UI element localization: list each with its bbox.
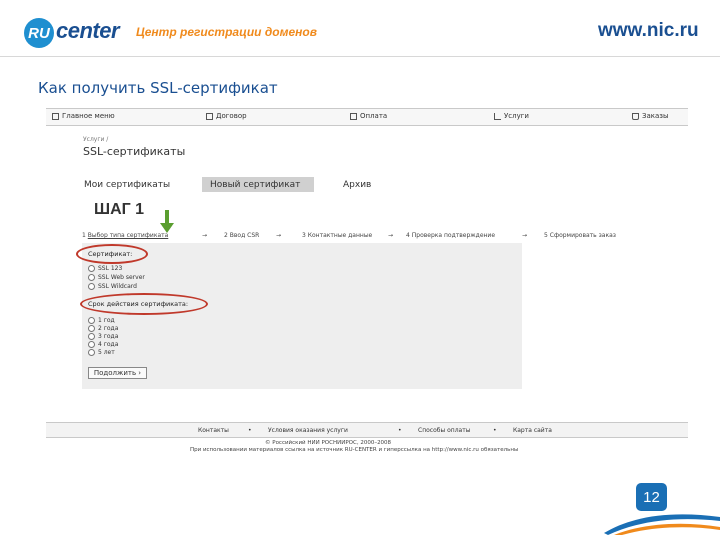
radio-term-2-years[interactable]: 2 года <box>88 325 118 332</box>
step-label: ШАГ 1 <box>94 201 145 218</box>
radio-label: SSL Web server <box>98 274 145 281</box>
certificate-type-label: Сертификат: <box>88 250 133 258</box>
footer-separator: • <box>493 427 497 434</box>
radio-label: 1 год <box>98 317 115 324</box>
wizard-step-3[interactable]: 3 Контактные данные <box>302 232 372 239</box>
radio-label: 4 года <box>98 341 119 348</box>
home-icon <box>52 112 59 120</box>
nav-item-orders[interactable]: Заказы <box>632 112 669 120</box>
radio-ssl-123[interactable]: SSL 123 <box>88 265 122 272</box>
logo-ru-text: RU <box>28 24 50 42</box>
nav-item-services[interactable]: Услуги <box>494 112 529 120</box>
certificate-term-label: Срок действия сертификата: <box>88 300 189 308</box>
page-title: SSL-сертификаты <box>83 145 186 158</box>
certificate-form <box>82 243 522 389</box>
copyright-text: © Российский НИИ РОСНИИРОС, 2000–2008 <box>265 440 392 446</box>
step-separator-arrow: → <box>388 232 394 239</box>
nav-item-label: Услуги <box>504 112 529 120</box>
step-number: 3 <box>302 232 306 239</box>
nav-item-main-menu[interactable]: Главное меню <box>52 112 115 120</box>
tab-my-certificates[interactable]: Мои сертификаты <box>84 177 170 192</box>
nav-item-contract[interactable]: Договор <box>206 112 247 120</box>
radio-label: 3 года <box>98 333 119 340</box>
step-number: 5 <box>544 232 548 239</box>
step-number: 2 <box>224 232 228 239</box>
radio-button[interactable] <box>88 317 95 324</box>
payment-icon <box>350 112 357 120</box>
radio-label: SSL 123 <box>98 265 123 272</box>
wizard-step-1[interactable]: 1 Выбор типа сертификата <box>82 232 168 239</box>
page-number: 12 <box>643 488 660 506</box>
radio-term-3-years[interactable]: 3 года <box>88 333 118 340</box>
services-icon <box>494 112 501 120</box>
nav-item-label: Договор <box>216 112 247 120</box>
radio-button[interactable] <box>88 341 95 348</box>
wizard-steps: 1 Выбор типа сертификата → 2 Ввод CSR → … <box>82 232 622 242</box>
radio-ssl-web-server[interactable]: SSL Web server <box>88 274 145 281</box>
document-icon <box>206 112 213 120</box>
wizard-step-2[interactable]: 2 Ввод CSR <box>224 232 259 239</box>
page-number-badge: 12 <box>636 483 667 511</box>
radio-term-1-year[interactable]: 1 год <box>88 317 115 324</box>
radio-ssl-wildcard[interactable]: SSL Wildcard <box>88 283 137 290</box>
radio-label: 2 года <box>98 325 119 332</box>
breadcrumb[interactable]: Услуги / <box>83 136 108 143</box>
tab-new-certificate[interactable]: Новый сертификат <box>202 177 314 192</box>
radio-label: 5 лет <box>98 349 115 356</box>
cart-icon <box>632 112 639 120</box>
step-label-text: Сформировать заказ <box>549 232 616 239</box>
header-tagline: Центр регистрации доменов <box>136 25 317 39</box>
footer-link-contacts[interactable]: Контакты <box>198 427 229 434</box>
wizard-step-4[interactable]: 4 Проверка подтверждение <box>406 232 495 239</box>
tab-archive[interactable]: Архив <box>343 177 371 192</box>
step-separator-arrow: → <box>202 232 208 239</box>
header-divider <box>0 56 720 57</box>
green-down-arrow-icon <box>160 210 174 233</box>
step-label-text: Проверка подтверждение <box>411 232 496 239</box>
step-label-text: Ввод CSR <box>229 232 260 239</box>
step-label-text: Контактные данные <box>307 232 373 239</box>
footer-note: При использовании материалов ссылка на и… <box>190 447 519 453</box>
nav-item-label: Оплата <box>360 112 388 120</box>
radio-button[interactable] <box>88 325 95 332</box>
continue-button-label: Подолжить <box>93 369 137 377</box>
nav-item-payment[interactable]: Оплата <box>350 112 387 120</box>
radio-button[interactable] <box>88 274 95 281</box>
step-number: 4 <box>406 232 410 239</box>
footer-separator: • <box>248 427 252 434</box>
radio-term-5-years[interactable]: 5 лет <box>88 349 115 356</box>
radio-button[interactable] <box>88 333 95 340</box>
nav-item-label: Главное меню <box>62 112 115 120</box>
logo-ru-badge: RU <box>24 18 54 48</box>
radio-button[interactable] <box>88 349 95 356</box>
step-separator-arrow: → <box>522 232 528 239</box>
continue-button[interactable]: Подолжить › <box>88 367 147 379</box>
slide-title: Как получить SSL-сертификат <box>38 79 278 97</box>
wizard-step-5[interactable]: 5 Сформировать заказ <box>544 232 616 239</box>
radio-label: SSL Wildcard <box>98 283 137 290</box>
footer-link-terms[interactable]: Условия оказания услуги <box>268 427 348 434</box>
radio-term-4-years[interactable]: 4 года <box>88 341 118 348</box>
footer-separator: • <box>398 427 402 434</box>
logo-center-text: center <box>56 18 120 43</box>
radio-button[interactable] <box>88 283 95 290</box>
radio-button[interactable] <box>88 265 95 272</box>
site-url[interactable]: www.nic.ru <box>598 20 699 42</box>
footer-link-sitemap[interactable]: Карта сайта <box>513 427 552 434</box>
step-label-text: Выбор типа сертификата <box>87 232 169 239</box>
step-separator-arrow: → <box>276 232 282 239</box>
nav-item-label: Заказы <box>642 112 669 120</box>
footer-links-bar: Контакты • Условия оказания услуги • Спо… <box>46 422 688 438</box>
footer-link-payment-methods[interactable]: Способы оплаты <box>418 427 470 434</box>
step-number: 1 <box>82 232 86 239</box>
